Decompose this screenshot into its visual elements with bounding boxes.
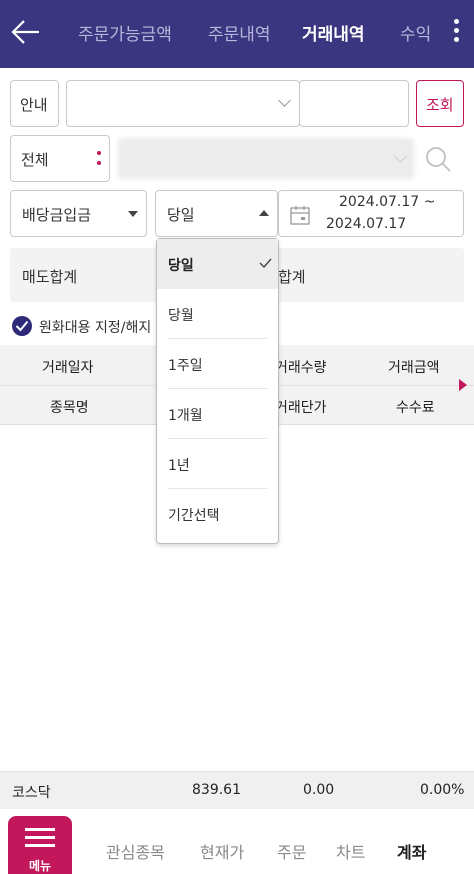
- option-label: 1개월: [168, 408, 203, 424]
- period-dropdown: 당일 당월 1주일 1개월 1년 기간선택: [156, 238, 279, 544]
- triangle-up-icon: [259, 210, 269, 216]
- col-stock-name: 종목명: [50, 400, 89, 416]
- back-arrow-icon[interactable]: [8, 14, 44, 50]
- guide-button[interactable]: 안내: [10, 80, 59, 127]
- checkmark-icon: [259, 258, 272, 268]
- hamburger-icon: [25, 836, 55, 839]
- date-range-field[interactable]: 2024.07.17 ~ 2024.07.17: [278, 190, 464, 237]
- hamburger-icon: [25, 844, 55, 847]
- date-end: 2024.07.17: [326, 216, 407, 232]
- period-option-today[interactable]: 당일: [157, 239, 278, 289]
- calendar-icon[interactable]: [289, 204, 311, 226]
- period-value: 당일: [167, 206, 195, 224]
- ticker-price: 839.61: [192, 782, 241, 798]
- transaction-type-value: 배당금입금: [22, 206, 92, 224]
- buy-total-label: 합계: [278, 268, 306, 286]
- sell-total-label: 매도합계: [22, 268, 78, 286]
- col-trade-date: 거래일자: [42, 360, 94, 376]
- option-label: 1주일: [168, 358, 203, 374]
- stock-search-field[interactable]: [118, 138, 414, 179]
- option-label: 당월: [168, 308, 194, 324]
- period-select[interactable]: 당일: [155, 190, 278, 237]
- option-label: 기간선택: [168, 508, 220, 524]
- guide-label: 안내: [20, 96, 48, 114]
- required-dot: [97, 161, 101, 165]
- col-fee: 수수료: [396, 400, 435, 416]
- scroll-right-icon[interactable]: [459, 379, 467, 391]
- more-options-icon[interactable]: [446, 16, 466, 50]
- all-select[interactable]: 전체: [10, 135, 110, 182]
- ticker-change: 0.00: [303, 782, 335, 798]
- col-trade-amount: 거래금액: [388, 360, 440, 376]
- period-option-custom[interactable]: 기간선택: [157, 489, 278, 539]
- option-label: 당일: [168, 258, 194, 274]
- period-option-month[interactable]: 당월: [157, 289, 278, 339]
- password-input[interactable]: [299, 80, 409, 127]
- krw-checkbox-label: 원화대용 지정/해지: [39, 320, 152, 336]
- tab-transaction-history[interactable]: 거래내역: [302, 20, 365, 45]
- col-trade-quantity: 거래수량: [275, 360, 327, 376]
- nav-current-price[interactable]: 현재가: [200, 839, 244, 863]
- query-button[interactable]: 조회: [416, 80, 464, 127]
- bottom-nav: 메뉴 관심종목 현재가 주문 차트 계좌: [0, 809, 474, 874]
- hamburger-icon: [25, 828, 55, 831]
- tab-profit[interactable]: 수익: [400, 20, 434, 45]
- period-option-year[interactable]: 1년: [157, 439, 278, 489]
- col-trade-price: 거래단가: [275, 400, 327, 416]
- query-label: 조회: [426, 96, 454, 114]
- nav-order[interactable]: 주문: [277, 839, 306, 863]
- market-ticker[interactable]: 코스닥 839.61 0.00 0.00%: [0, 771, 474, 809]
- tab-order-available-amount[interactable]: 주문가능금액: [78, 20, 172, 45]
- nav-watchlist[interactable]: 관심종목: [106, 839, 165, 863]
- search-icon[interactable]: [422, 144, 454, 176]
- account-select[interactable]: [66, 80, 300, 127]
- nav-chart[interactable]: 차트: [336, 839, 365, 863]
- triangle-down-icon: [128, 211, 138, 217]
- tab-order-history[interactable]: 주문내역: [208, 20, 271, 45]
- menu-button[interactable]: 메뉴: [8, 816, 72, 874]
- required-dot: [97, 151, 101, 155]
- check-icon: [15, 320, 29, 332]
- top-header: 주문가능금액 주문내역 거래내역 수익: [0, 0, 474, 68]
- krw-checkbox[interactable]: [12, 316, 32, 336]
- period-option-one-month[interactable]: 1개월: [157, 389, 278, 439]
- nav-account[interactable]: 계좌: [397, 839, 426, 863]
- period-option-week[interactable]: 1주일: [157, 339, 278, 389]
- menu-label: 메뉴: [28, 859, 52, 873]
- ticker-name: 코스닥: [12, 785, 51, 801]
- ticker-rate: 0.00%: [420, 782, 465, 798]
- all-label: 전체: [21, 151, 49, 169]
- chevron-down-icon: [278, 94, 291, 107]
- date-start: 2024.07.17 ~: [339, 194, 436, 210]
- transaction-type-select[interactable]: 배당금입금: [10, 190, 147, 237]
- option-label: 1년: [168, 458, 190, 474]
